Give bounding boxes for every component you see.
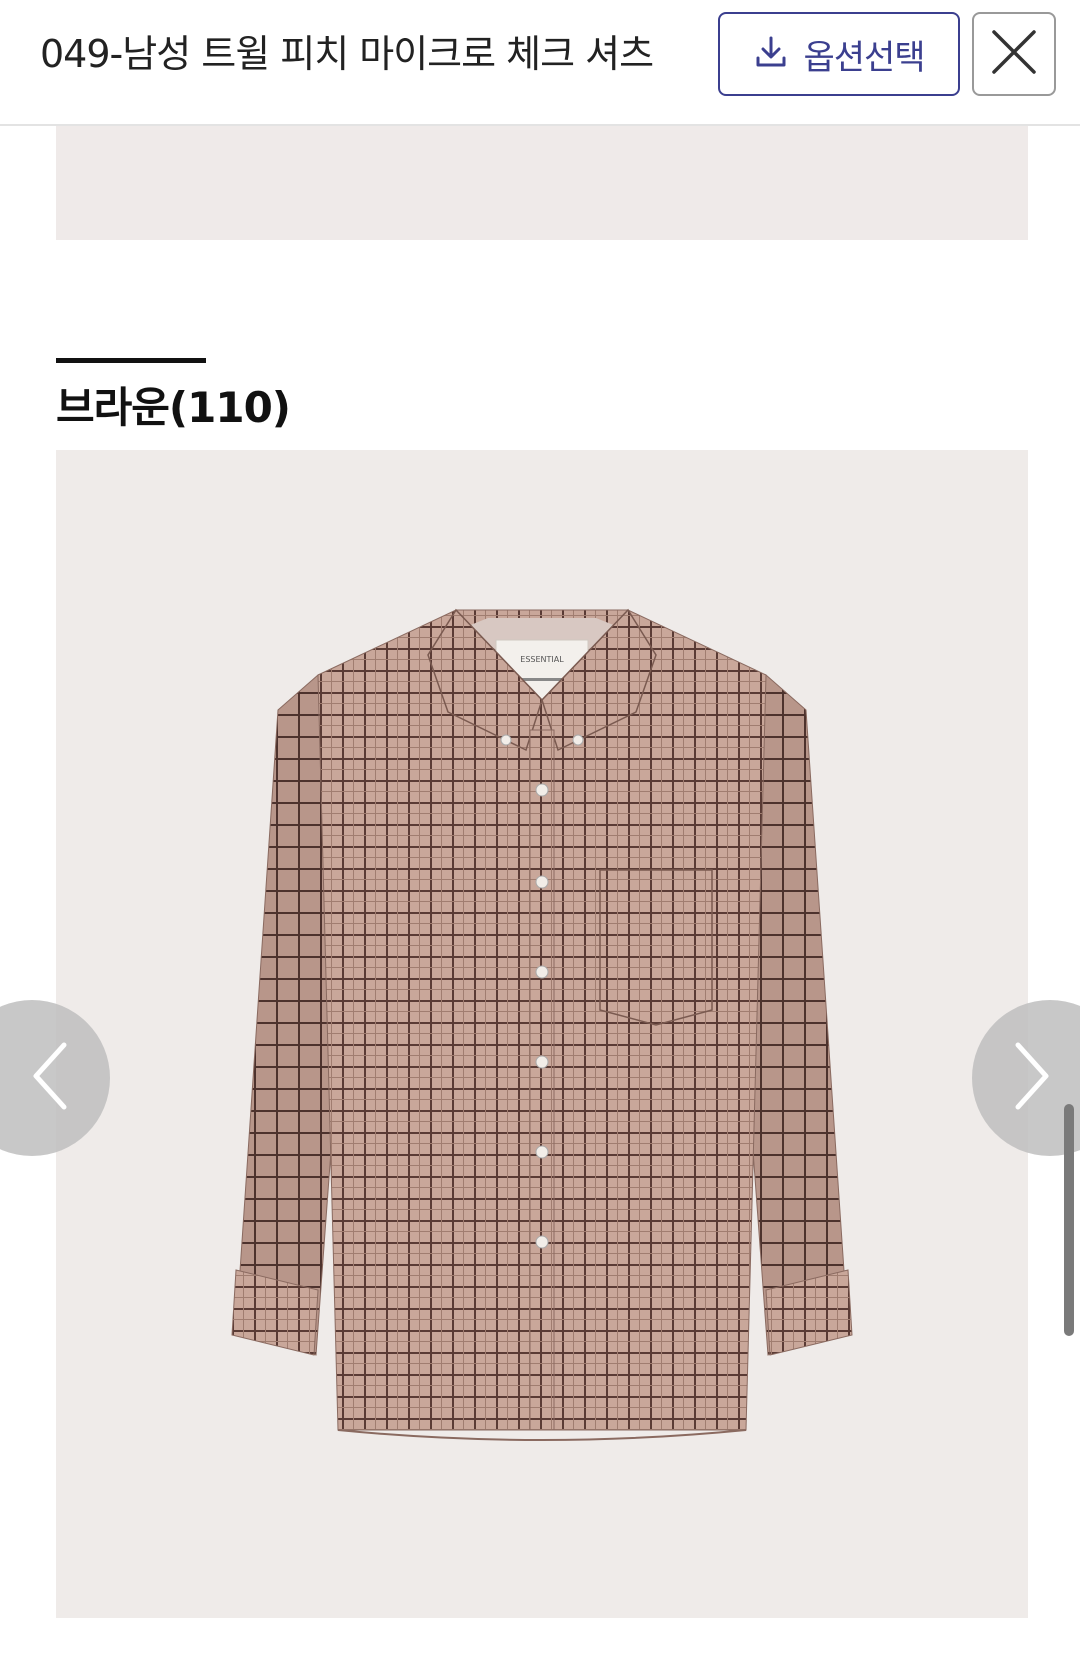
close-button[interactable] (972, 12, 1056, 96)
chevron-left-icon (30, 1041, 70, 1115)
scrollbar-thumb[interactable] (1064, 1104, 1074, 1336)
option-select-label: 옵션선택 (803, 37, 925, 78)
checked-shirt-image: ESSENTIAL (231, 608, 853, 1441)
product-title: 049-남성 트윌 피치 마이크로 체크 셔츠 (40, 32, 654, 76)
product-image: ESSENTIAL (56, 450, 1028, 1618)
color-section-title: 브라운(110) (56, 383, 291, 432)
download-icon (753, 34, 789, 74)
option-select-button[interactable]: 옵션선택 (718, 12, 960, 96)
chevron-right-icon (1012, 1041, 1052, 1115)
section-divider (56, 358, 206, 363)
neck-label-text: ESSENTIAL (520, 655, 564, 664)
top-bar: 049-남성 트윌 피치 마이크로 체크 셔츠 옵션선택 (0, 0, 1080, 126)
previous-product-image (56, 126, 1028, 240)
close-icon (990, 28, 1038, 80)
